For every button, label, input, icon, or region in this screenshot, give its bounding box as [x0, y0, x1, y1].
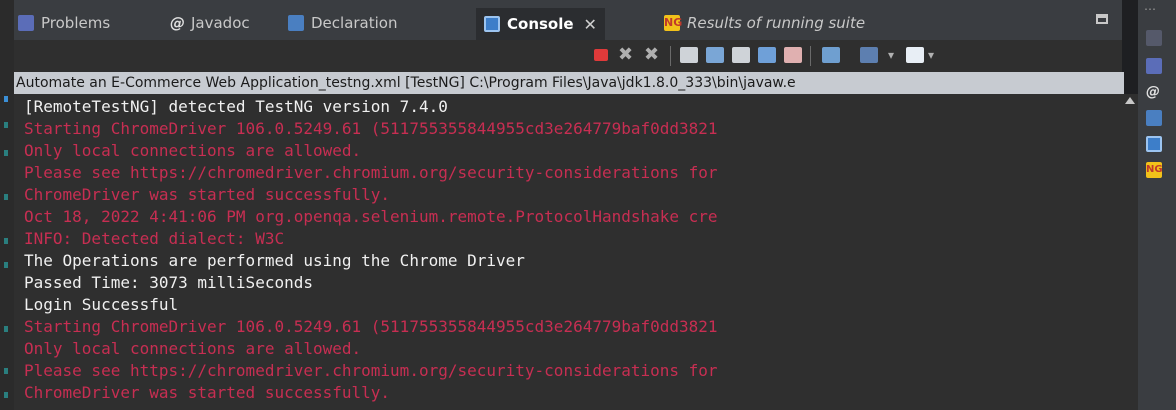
console-line: Passed Time: 3073 milliSeconds — [24, 273, 313, 292]
tab-results-of-running-suite[interactable]: NG Results of running suite — [664, 8, 865, 38]
console-line: ChromeDriver was started successfully. — [24, 185, 391, 204]
more-icon[interactable]: ⋯ — [1144, 2, 1157, 16]
problems-icon — [18, 15, 34, 31]
scroll-up-icon[interactable] — [1125, 97, 1135, 104]
chevron-down-icon[interactable]: ▾ — [928, 47, 946, 63]
testng-icon: NG — [664, 15, 683, 31]
console-view: Problems @ Javadoc Declaration Console ✕… — [14, 0, 1124, 410]
terminate-icon[interactable] — [594, 49, 608, 61]
remove-all-terminated-icon[interactable]: ✖ — [644, 46, 662, 64]
show-on-stderr-icon[interactable] — [758, 47, 776, 63]
console-line: The Operations are performed using the C… — [24, 251, 525, 270]
close-icon[interactable]: ✕ — [584, 15, 597, 34]
console-line: Only local connections are allowed. — [24, 339, 362, 358]
tab-label: Problems — [41, 14, 111, 32]
left-gutter — [0, 0, 14, 410]
scroll-lock-icon[interactable] — [680, 47, 698, 63]
chevron-down-icon[interactable]: ▾ — [888, 47, 906, 63]
gutter-marker — [4, 122, 8, 128]
tab-problems[interactable]: Problems — [18, 8, 110, 38]
console-icon[interactable] — [1146, 136, 1162, 152]
show-on-stdout-icon[interactable] — [732, 47, 750, 63]
tab-javadoc[interactable]: @ Javadoc — [170, 8, 250, 38]
console-output[interactable]: [RemoteTestNG] detected TestNG version 7… — [14, 94, 1122, 410]
display-selected-console-icon[interactable] — [822, 47, 840, 63]
console-line: [RemoteTestNG] detected TestNG version 7… — [24, 97, 448, 116]
gutter-marker — [4, 150, 8, 156]
view-tab-bar: Problems @ Javadoc Declaration Console ✕… — [14, 0, 1122, 40]
testng-icon[interactable]: NG — [1146, 162, 1163, 178]
toolbar-separator — [670, 46, 671, 66]
console-launch-path: Automate an E-Commerce Web Application_t… — [14, 72, 1124, 94]
pin-console-icon[interactable] — [784, 47, 802, 63]
problems-icon[interactable] — [1146, 58, 1162, 74]
declaration-icon[interactable] — [1146, 110, 1162, 126]
console-line: INFO: Detected dialect: W3C — [24, 229, 285, 248]
tab-label: Declaration — [311, 14, 398, 32]
gutter-marker — [4, 238, 8, 244]
console-line: Starting ChromeDriver 106.0.5249.61 (511… — [24, 119, 718, 138]
tab-label: Console — [507, 15, 574, 33]
console-line: Please see https://chromedriver.chromium… — [24, 361, 718, 380]
console-toolbar: ✖ ✖ ▾ ▾ — [14, 40, 1122, 70]
gutter-marker — [4, 368, 8, 374]
remove-launch-icon[interactable]: ✖ — [618, 46, 636, 64]
console-line: Only local connections are allowed. — [24, 141, 362, 160]
console-line: Please see https://chromedriver.chromium… — [24, 163, 718, 182]
gutter-marker — [4, 392, 8, 398]
word-wrap-icon[interactable] — [706, 47, 724, 63]
tab-label: Javadoc — [191, 14, 250, 32]
restore-icon[interactable] — [1096, 14, 1108, 24]
gutter-marker — [4, 326, 8, 332]
tab-console[interactable]: Console ✕ — [476, 8, 605, 40]
gutter-marker — [4, 194, 8, 200]
minimized-view-icon[interactable] — [1146, 30, 1162, 46]
console-line: ChromeDriver was started successfully. — [24, 383, 391, 402]
console-line: Starting ChromeDriver 106.0.5249.61 (511… — [24, 317, 718, 336]
open-console-icon[interactable] — [860, 47, 878, 63]
vertical-scrollbar[interactable] — [1122, 94, 1138, 410]
console-icon — [484, 16, 500, 32]
console-line: Login Successful — [24, 295, 179, 314]
console-line: Oct 18, 2022 4:41:06 PM org.openqa.selen… — [24, 207, 718, 226]
javadoc-icon: @ — [170, 14, 185, 32]
tab-declaration[interactable]: Declaration — [288, 8, 397, 38]
side-view-strip: ⋯ @ NG — [1138, 0, 1176, 410]
new-console-icon[interactable] — [906, 47, 924, 63]
tab-label: Results of running suite — [687, 14, 866, 32]
gutter-marker — [4, 262, 8, 268]
javadoc-icon[interactable]: @ — [1146, 84, 1162, 100]
toolbar-separator — [810, 46, 811, 66]
declaration-icon — [288, 15, 304, 31]
gutter-marker — [4, 96, 8, 102]
